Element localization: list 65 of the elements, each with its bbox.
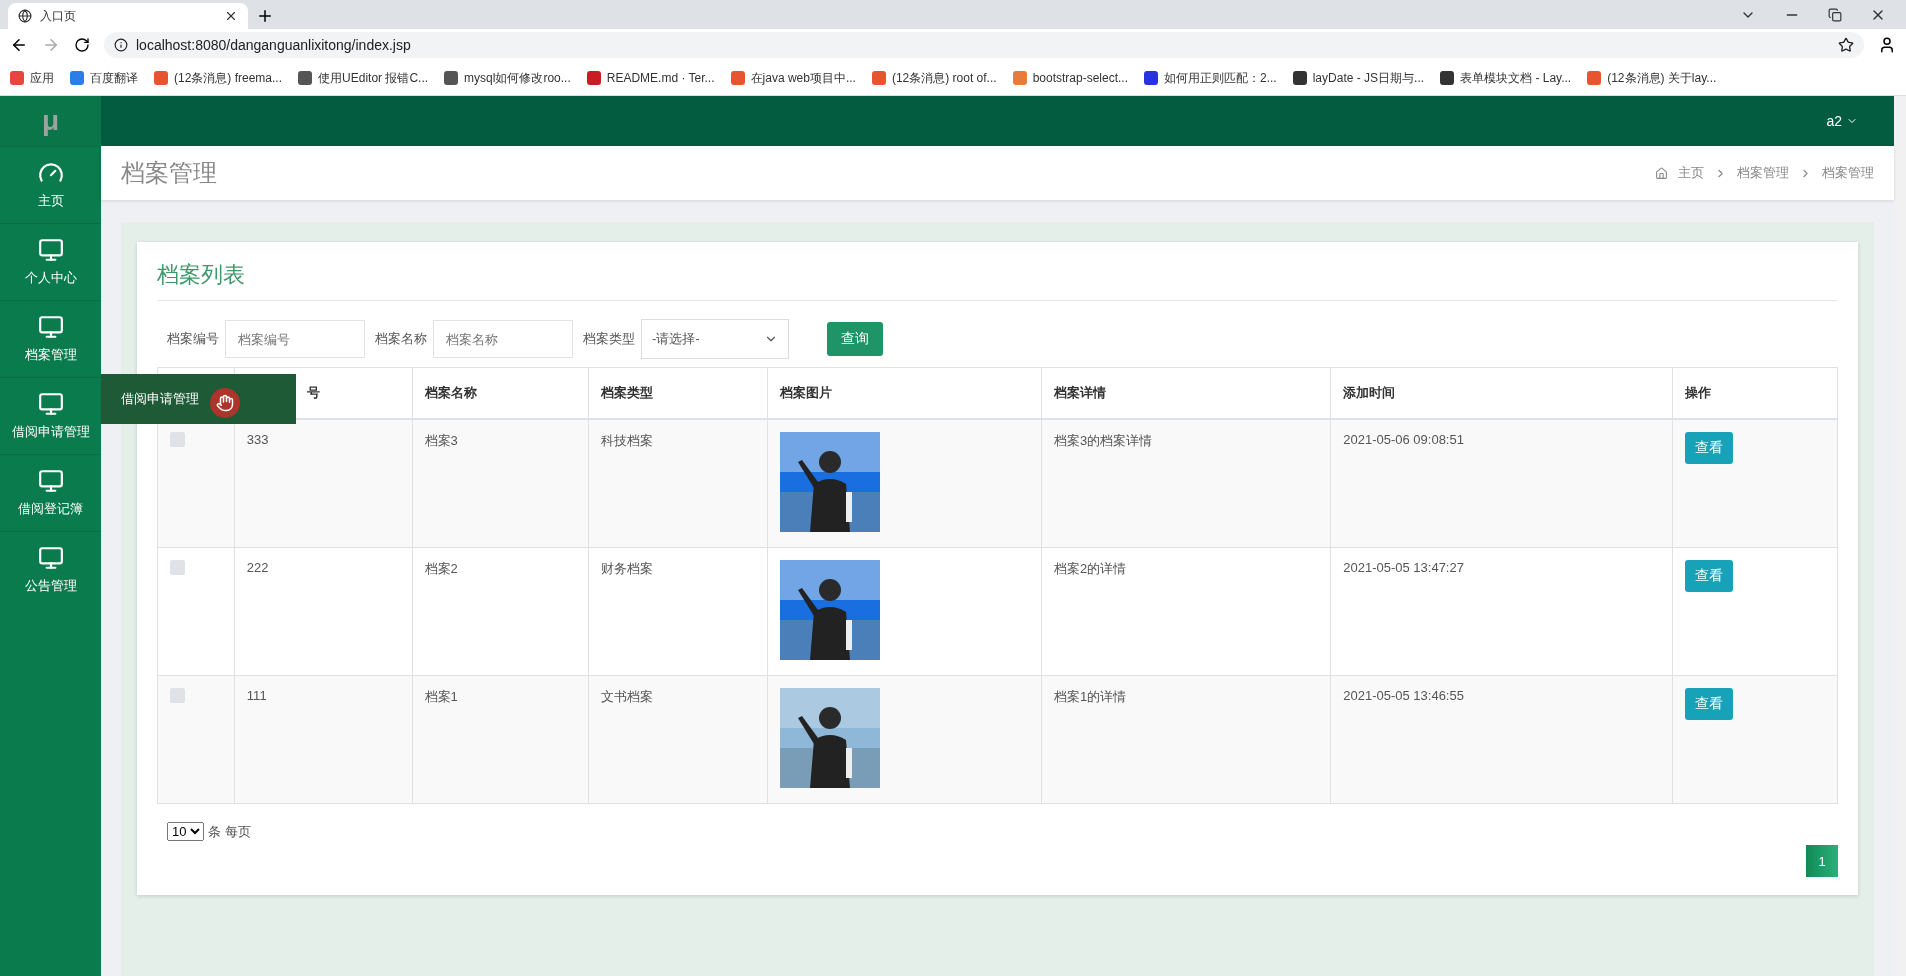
input-field[interactable]: 档案名称 (433, 320, 573, 358)
table-cell: 档案2 (424, 561, 458, 576)
table-cell: 档案1 (424, 689, 458, 704)
filter-label: 档案名称 (375, 330, 427, 348)
input-field[interactable]: 档案编号 (225, 320, 365, 358)
row-checkbox[interactable] (170, 560, 185, 575)
monitor-icon (37, 314, 64, 340)
bookmark[interactable]: (12条消息) root of... (871, 69, 997, 87)
table-cell: 333 (246, 432, 269, 447)
filter-label: 档案类型 (583, 330, 635, 348)
row-checkbox[interactable] (170, 432, 185, 447)
breadcrumb-link[interactable]: 主页 (1678, 164, 1704, 182)
table-cell: 2021-05-06 09:08:51 (1343, 432, 1464, 447)
new-tab-icon[interactable] (256, 7, 274, 25)
bookmark[interactable]: layDate - JS日期与... (1292, 69, 1425, 87)
table-cell: 222 (246, 560, 269, 575)
table-cell: 文书档案 (601, 689, 654, 704)
bookmark[interactable]: (12条消息) freema... (154, 69, 283, 87)
monitor-icon (37, 468, 64, 494)
breadcrumb-link[interactable]: 档案管理 (1737, 164, 1789, 182)
restore-icon[interactable] (1828, 7, 1842, 22)
address-bar[interactable]: localhost:8080/danganguanlixitong/index.jsp (104, 32, 1864, 58)
row-checkbox[interactable] (170, 688, 185, 703)
table-cell: 档案3 (424, 433, 458, 448)
profile-icon[interactable] (1878, 36, 1896, 54)
bookmark[interactable]: 表单模块文档 - Lay... (1440, 69, 1572, 87)
back-icon[interactable] (10, 36, 28, 54)
close-icon[interactable] (224, 9, 238, 23)
bookmark[interactable]: 在java web项目中... (730, 69, 856, 87)
table-cell: 2021-05-05 13:46:55 (1343, 688, 1464, 703)
globe-icon (18, 9, 32, 23)
home-icon (1655, 166, 1668, 180)
type-select[interactable]: -请选择- (641, 319, 789, 359)
table-cell: 科技档案 (601, 433, 654, 448)
logo: μ (0, 96, 101, 146)
table-cell: 111 (246, 688, 267, 703)
monitor-icon (37, 545, 64, 571)
bookmark[interactable]: 应用 (10, 69, 54, 87)
breadcrumb-link[interactable]: 档案管理 (1822, 164, 1874, 182)
table-cell: 2021-05-05 13:47:27 (1343, 560, 1464, 575)
table-cell: 财务档案 (601, 561, 654, 576)
table-cell: 档案3的档案详情 (1054, 433, 1153, 448)
bookmark[interactable]: README.md · Ter... (586, 71, 715, 85)
bookmark[interactable]: bootstrap-select... (1012, 71, 1128, 85)
user-menu[interactable]: a2 (1826, 113, 1858, 129)
filter-label: 档案编号 (167, 330, 219, 348)
bookmark[interactable]: (12条消息) 关于lay... (1587, 69, 1717, 87)
search-button[interactable]: 查询 (827, 322, 883, 356)
card-title: 档案列表 (157, 260, 1838, 301)
monitor-icon (37, 237, 64, 263)
page-size-label: 条 每页 (208, 822, 251, 841)
flyout-menu-item[interactable]: 借阅申请管理 (101, 374, 296, 424)
reload-icon[interactable] (74, 37, 90, 53)
monitor-icon (37, 391, 64, 417)
star-icon[interactable] (1838, 37, 1854, 53)
browser-tab[interactable]: 入口页 (8, 3, 248, 29)
bookmark[interactable]: 使用UEditor 报错C... (298, 69, 429, 87)
page-title: 档案管理 (121, 158, 217, 188)
page-size-select[interactable]: 10 (167, 822, 204, 841)
info-icon (114, 38, 128, 52)
bookmark[interactable]: mysql如何修改roo... (444, 69, 571, 87)
table-cell: 档案2的详情 (1054, 561, 1127, 576)
bookmark[interactable]: 百度翻译 (70, 69, 138, 87)
table-cell: 档案1的详情 (1054, 689, 1127, 704)
bookmark[interactable]: 如何用正则匹配：2... (1144, 69, 1277, 87)
